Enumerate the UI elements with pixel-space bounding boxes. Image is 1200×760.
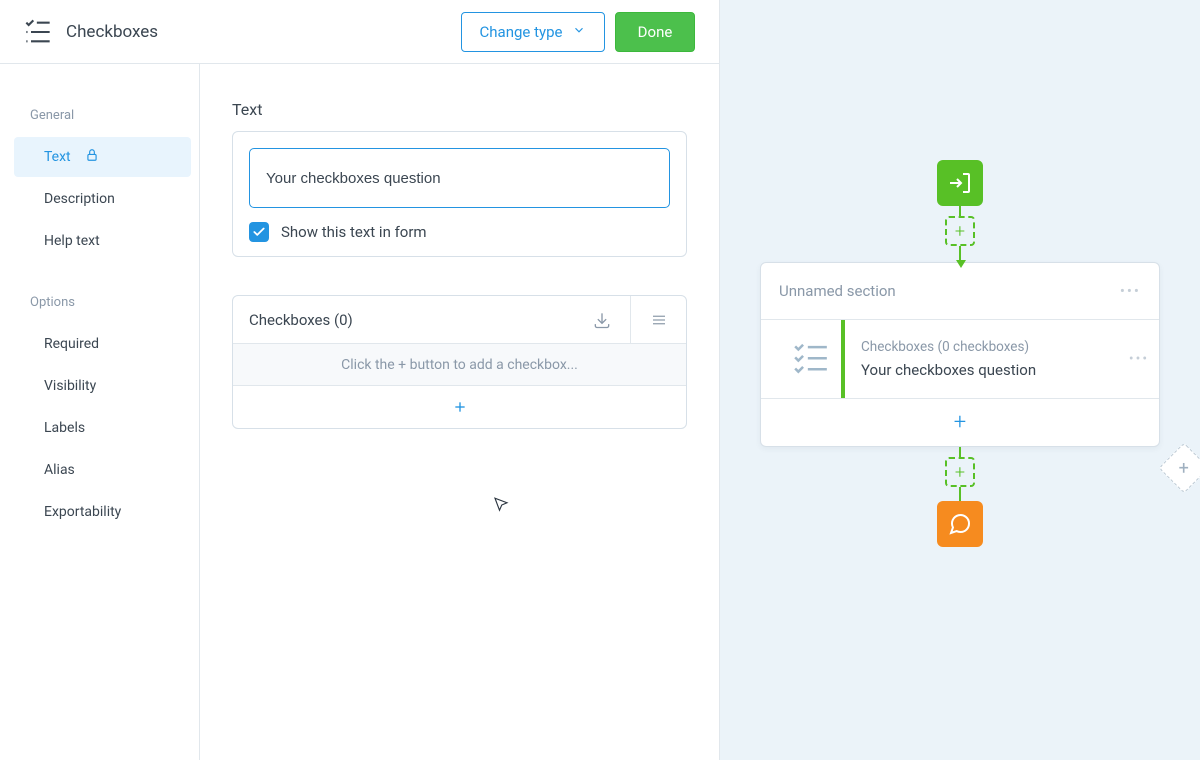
sidebar-item-label: Text xyxy=(44,149,71,165)
question-more-icon[interactable]: ••• xyxy=(1119,320,1159,398)
sidebar-item-label: Exportability xyxy=(44,504,121,520)
question-item[interactable]: Checkboxes (0 checkboxes) Your checkboxe… xyxy=(761,320,1159,398)
section-add-button[interactable]: + xyxy=(761,398,1159,446)
done-label: Done xyxy=(638,23,673,41)
section-more-icon[interactable]: ••• xyxy=(1120,282,1141,300)
done-button[interactable]: Done xyxy=(615,12,695,52)
sidebar-item-help-text[interactable]: Help text xyxy=(14,221,191,261)
checkboxes-type-icon xyxy=(24,18,52,46)
question-text-input[interactable] xyxy=(249,148,670,208)
section-card[interactable]: Unnamed section ••• xyxy=(760,262,1160,447)
lock-icon xyxy=(85,148,99,166)
editor-header: Checkboxes Change type Done xyxy=(0,0,719,64)
sidebar-item-label: Alias xyxy=(44,462,75,478)
sidebar-item-label: Description xyxy=(44,191,115,207)
checkboxes-panel-title: Checkboxes (0) xyxy=(233,311,574,329)
flow-add-below-button[interactable]: + xyxy=(945,457,975,487)
sidebar-item-exportability[interactable]: Exportability xyxy=(14,492,191,532)
flow-start-node[interactable] xyxy=(937,160,983,206)
change-type-label: Change type xyxy=(480,23,563,41)
checkboxes-card: Checkboxes (0) Click the + button to add… xyxy=(232,295,687,429)
add-checkbox-button[interactable] xyxy=(233,386,686,428)
editor-panel: Checkboxes Change type Done General Text… xyxy=(0,0,720,760)
sidebar-item-required[interactable]: Required xyxy=(14,324,191,364)
change-type-button[interactable]: Change type xyxy=(461,12,605,52)
sidebar-item-visibility[interactable]: Visibility xyxy=(14,366,191,406)
sidebar-item-alias[interactable]: Alias xyxy=(14,450,191,490)
sidebar-item-text[interactable]: Text xyxy=(14,137,191,177)
sidebar-item-label: Visibility xyxy=(44,378,96,394)
settings-sidebar: General Text Description Help text Optio… xyxy=(0,64,200,760)
checkboxes-icon xyxy=(781,320,841,398)
question-meta: Checkboxes (0 checkboxes) xyxy=(861,339,1119,355)
side-add-button[interactable]: + xyxy=(1159,443,1200,494)
sidebar-item-labels[interactable]: Labels xyxy=(14,408,191,448)
sidebar-item-description[interactable]: Description xyxy=(14,179,191,219)
form-canvas[interactable]: + Unnamed section ••• xyxy=(720,0,1200,760)
show-text-checkbox[interactable] xyxy=(249,222,269,242)
chevron-down-icon xyxy=(572,23,586,41)
show-text-label: Show this text in form xyxy=(281,223,427,241)
flow-add-above-button[interactable]: + xyxy=(945,216,975,246)
editor-main: Text Show this text in form Checkboxes (… xyxy=(200,64,719,760)
sidebar-group-general: General xyxy=(0,98,199,135)
question-title: Your checkboxes question xyxy=(861,361,1119,379)
editor-title: Checkboxes xyxy=(66,22,158,42)
text-card: Show this text in form xyxy=(232,131,687,257)
import-icon[interactable] xyxy=(574,296,630,343)
sidebar-item-label: Help text xyxy=(44,233,100,249)
checkboxes-empty-hint: Click the + button to add a checkbox... xyxy=(233,344,686,386)
section-title: Unnamed section xyxy=(779,282,896,300)
sidebar-item-label: Labels xyxy=(44,420,85,436)
sidebar-item-label: Required xyxy=(44,336,99,352)
sidebar-group-options: Options xyxy=(0,285,199,322)
text-section-label: Text xyxy=(232,100,687,119)
flow-end-node[interactable] xyxy=(937,501,983,547)
menu-icon[interactable] xyxy=(630,296,686,343)
